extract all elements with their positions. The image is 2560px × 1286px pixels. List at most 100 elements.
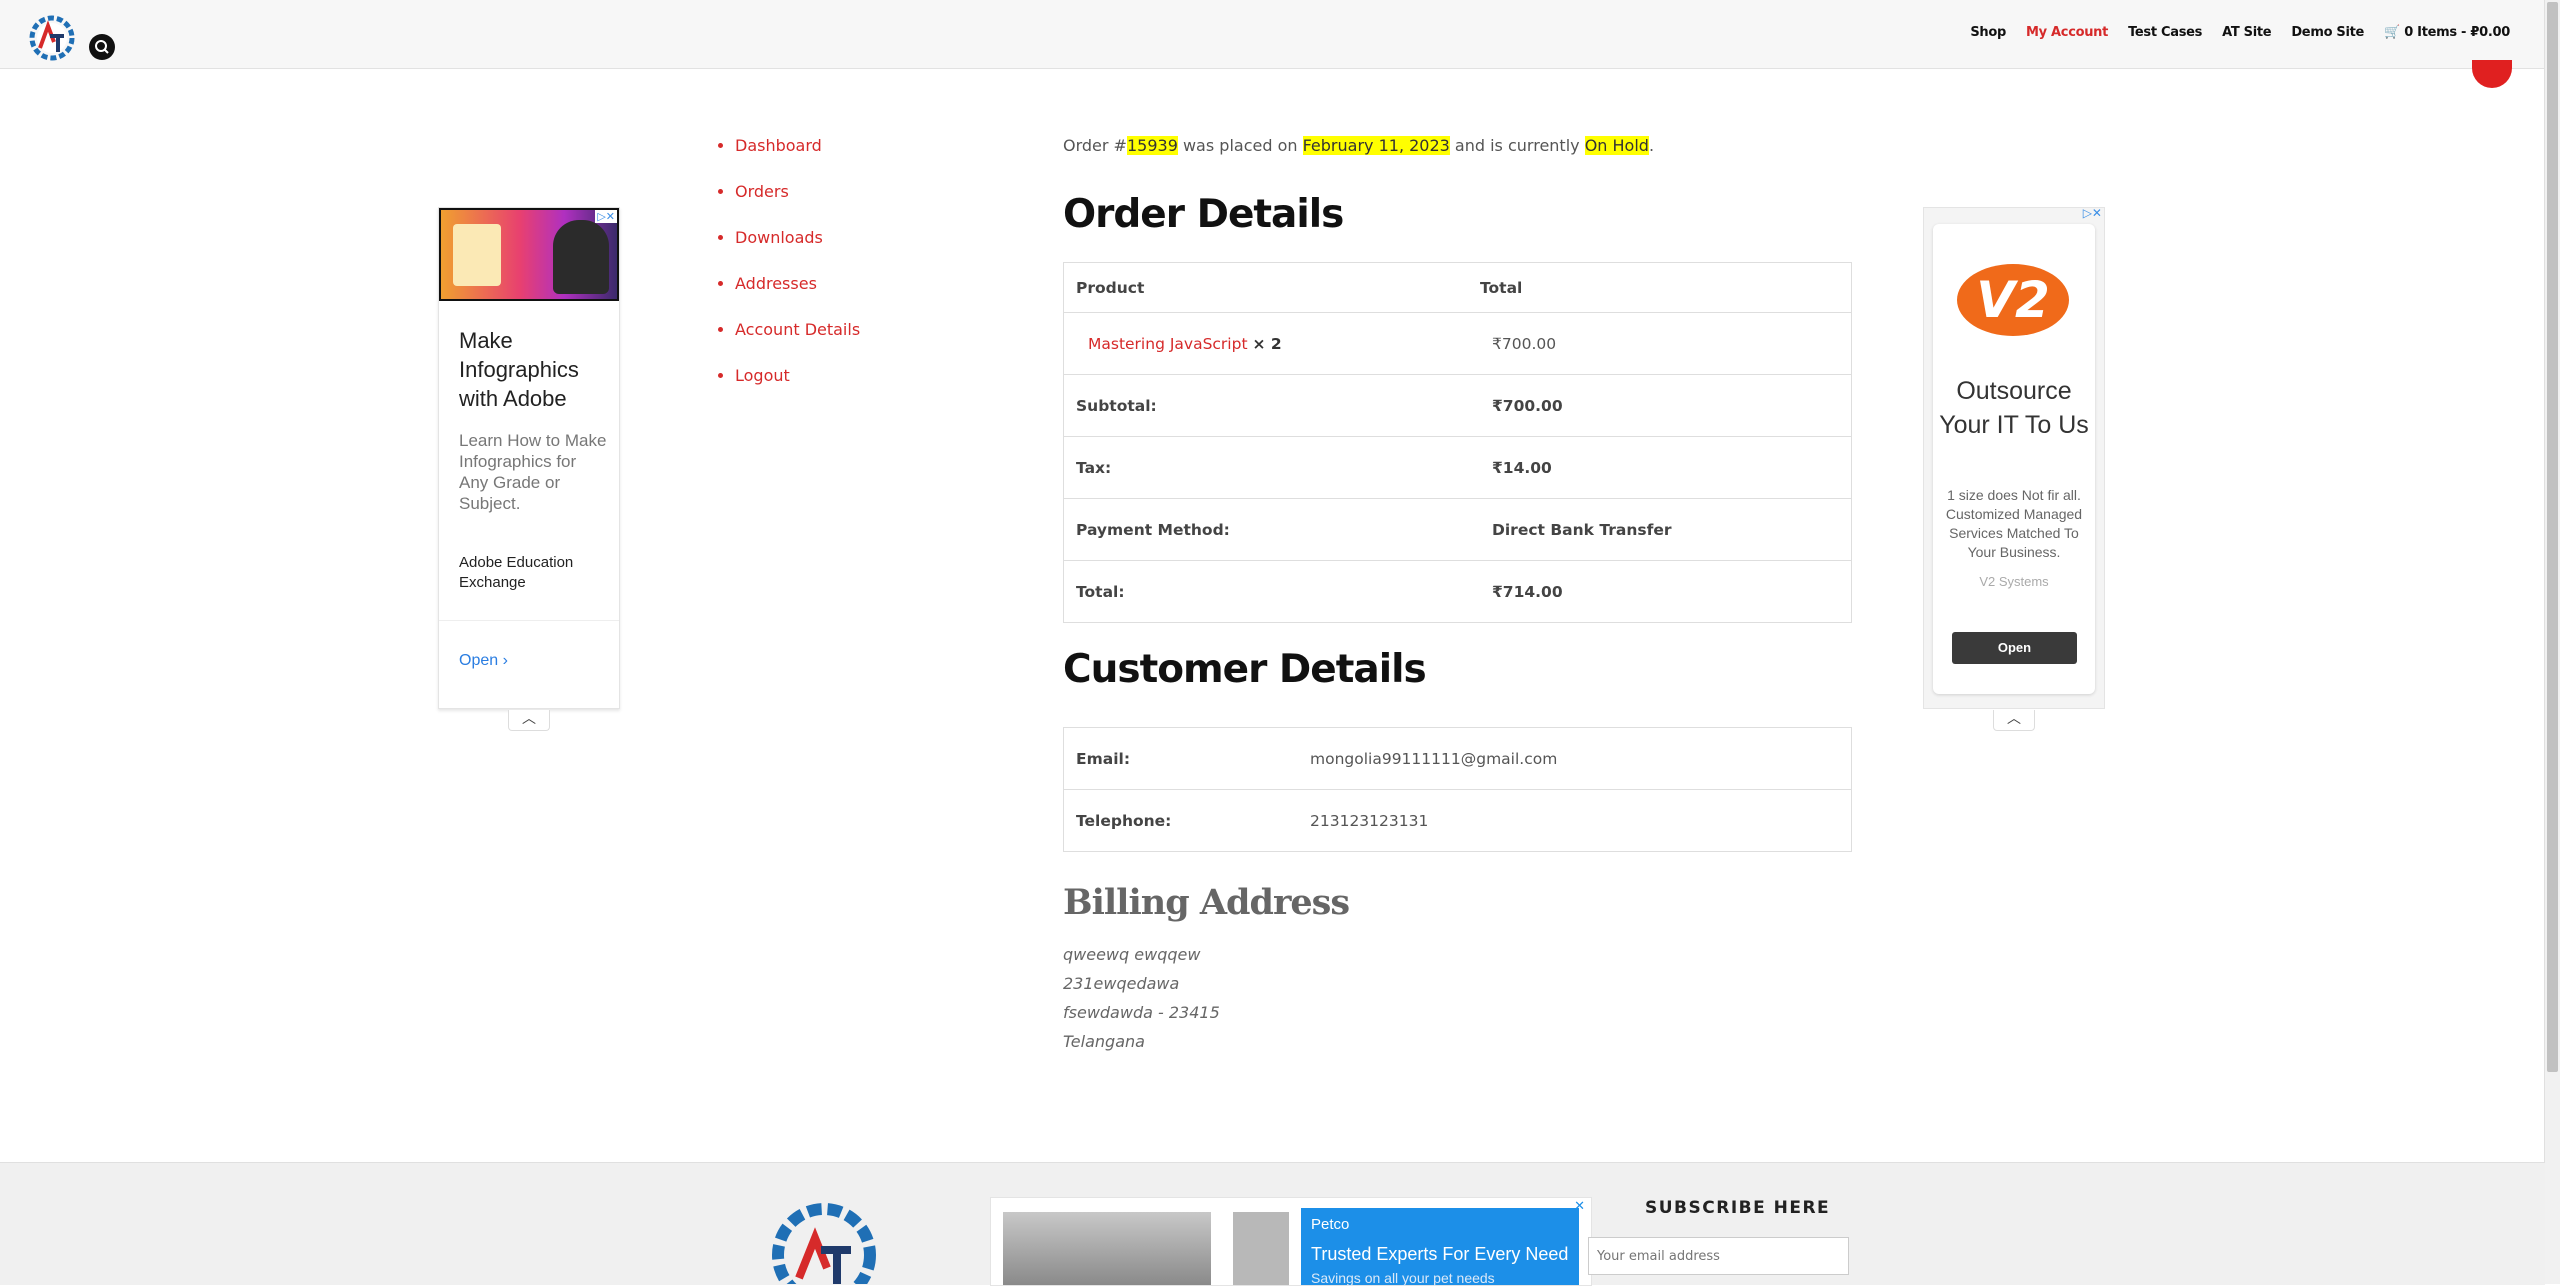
ad-title[interactable]: Outsource Your IT To Us <box>1933 374 2095 442</box>
notice-suffix: . <box>1648 136 1655 155</box>
account-nav-account-details[interactable]: Account Details <box>735 320 860 339</box>
ad-advertiser: V2 Systems <box>1979 574 2049 589</box>
account-nav-orders[interactable]: Orders <box>735 182 789 201</box>
address-line: qweewq ewqqew <box>1063 945 1201 964</box>
account-nav-dashboard[interactable]: Dashboard <box>735 136 822 155</box>
ad-image[interactable] <box>439 208 619 301</box>
total-value: ₹714.00 <box>1468 560 1852 623</box>
ad-right[interactable]: ▷✕ V2 Outsource Your IT To Us 1 size doe… <box>1923 206 2105 709</box>
subtotal-value: ₹700.00 <box>1468 374 1852 437</box>
column-header-product: Product <box>1063 262 1468 313</box>
table-header-row: Product Total <box>1063 262 1852 313</box>
scrollbar-thumb[interactable] <box>2547 2 2558 1072</box>
order-content: Order #15939 was placed on February 11, … <box>1063 136 1853 1056</box>
account-nav-item: Addresses <box>735 274 860 320</box>
order-number: 15939 <box>1126 136 1178 155</box>
ad-headline: Trusted Experts For Every Need <box>1311 1244 1569 1264</box>
table-row: Payment Method: Direct Bank Transfer <box>1063 498 1852 561</box>
adchoices-icon[interactable]: ▷✕ <box>595 210 617 223</box>
ad-brand: Petco <box>1311 1216 1350 1233</box>
ad-open-button[interactable]: Open › <box>459 652 508 670</box>
chevron-up-icon: ︿ <box>2007 710 2021 726</box>
petco-ad-panel[interactable]: Petco Trusted Experts For Every Need Sav… <box>1301 1208 1579 1286</box>
nav-my-account[interactable]: My Account <box>2026 25 2108 40</box>
order-details-table: Product Total Mastering JavaScript × 2 ₹… <box>1063 262 1852 623</box>
product-quantity: × 2 <box>1252 334 1282 353</box>
footer-logo-icon <box>772 1203 876 1284</box>
ad-open-button[interactable]: Open <box>1952 632 2077 664</box>
account-nav-downloads[interactable]: Downloads <box>735 228 823 247</box>
footer-ad[interactable]: Petco Trusted Experts For Every Need Sav… <box>990 1197 1592 1286</box>
table-row: Telephone: 213123123131 <box>1063 789 1852 852</box>
account-nav-item: Downloads <box>735 228 860 274</box>
payment-method-value: Direct Bank Transfer <box>1468 498 1852 561</box>
notice-prefix: Order # <box>1063 136 1127 155</box>
search-icon[interactable] <box>89 34 115 60</box>
chevron-up-icon: ︿ <box>522 710 536 726</box>
v2-logo: V2 <box>1957 264 2069 336</box>
nav-demo-site[interactable]: Demo Site <box>2291 25 2364 40</box>
address-line: 231ewqedawa <box>1063 974 1180 993</box>
scrollbar[interactable] <box>2544 0 2560 1284</box>
account-nav-item: Logout <box>735 366 860 412</box>
ad-collapse-button[interactable]: ︿ <box>508 710 550 731</box>
nav-test-cases[interactable]: Test Cases <box>2128 25 2202 40</box>
product-total: ₹700.00 <box>1468 312 1852 375</box>
account-nav-item: Orders <box>735 182 860 228</box>
order-status: On Hold <box>1584 136 1649 155</box>
column-header-total: Total <box>1468 262 1852 313</box>
close-icon[interactable]: ✕ <box>1574 1198 1585 1214</box>
ad-advertiser: Adobe Education Exchange <box>459 554 574 591</box>
tax-label: Tax: <box>1063 436 1468 499</box>
infographic-thumbnail <box>453 224 501 286</box>
scroll-up-button[interactable] <box>2472 60 2512 88</box>
site-logo-icon[interactable] <box>28 12 76 64</box>
billing-address: qweewq ewqqew 231ewqedawa fsewdawda - 23… <box>1063 940 1853 1056</box>
main-nav: Shop My Account Test Cases AT Site Demo … <box>1970 25 2510 40</box>
total-label: Total: <box>1063 560 1468 623</box>
telephone-label: Telephone: <box>1063 789 1298 852</box>
ad-card[interactable]: V2 Outsource Your IT To Us 1 size does N… <box>1933 224 2095 694</box>
divider <box>439 620 619 621</box>
ad-title[interactable]: Make Infographics with Adobe <box>459 326 609 413</box>
account-nav-item: Dashboard <box>735 136 860 182</box>
payment-method-label: Payment Method: <box>1063 498 1468 561</box>
account-navigation: Dashboard Orders Downloads Addresses Acc… <box>717 136 860 412</box>
presenter-image <box>553 220 609 294</box>
ad-open-label: Open <box>459 652 499 669</box>
table-row: Total: ₹714.00 <box>1063 560 1852 623</box>
product-link[interactable]: Mastering JavaScript <box>1088 335 1248 353</box>
account-nav-addresses[interactable]: Addresses <box>735 274 817 293</box>
customer-details-table: Email: mongolia99111111@gmail.com Teleph… <box>1063 727 1852 852</box>
chevron-right-icon: › <box>502 652 508 669</box>
email-subscribe-input[interactable] <box>1588 1237 1849 1275</box>
nav-shop[interactable]: Shop <box>1970 25 2006 40</box>
tax-value: ₹14.00 <box>1468 436 1852 499</box>
adchoices-icon[interactable]: ▷✕ <box>2083 206 2102 220</box>
ad-description: 1 size does Not fir all. Customized Mana… <box>1945 487 2083 560</box>
ad-left[interactable]: ▷✕ Make Infographics with Adobe Learn Ho… <box>438 207 620 709</box>
billing-address-heading: Billing Address <box>1063 882 1350 923</box>
nav-at-site[interactable]: AT Site <box>2222 25 2272 40</box>
account-nav-logout[interactable]: Logout <box>735 366 790 385</box>
telephone-value: 213123123131 <box>1298 789 1852 852</box>
notice-status-text: and is currently <box>1454 136 1580 155</box>
nav-cart[interactable]: 🛒 0 Items - ₽0.00 <box>2384 25 2510 40</box>
table-row: Mastering JavaScript × 2 ₹700.00 <box>1063 312 1852 375</box>
ad-image <box>1003 1212 1211 1285</box>
ad-description: Learn How to Make Infographics for Any G… <box>459 431 607 513</box>
email-label: Email: <box>1063 727 1298 790</box>
subscribe-heading: SUBSCRIBE HERE <box>1645 1198 1831 1218</box>
product-cell: Mastering JavaScript × 2 <box>1063 312 1468 375</box>
order-date: February 11, 2023 <box>1302 136 1450 155</box>
notice-placed-text: was placed on <box>1182 136 1298 155</box>
address-line: Telangana <box>1063 1032 1145 1051</box>
table-row: Email: mongolia99111111@gmail.com <box>1063 727 1852 790</box>
cart-icon: 🛒 <box>2384 25 2400 40</box>
ad-collapse-button[interactable]: ︿ <box>1993 710 2035 731</box>
email-value: mongolia99111111@gmail.com <box>1298 727 1852 790</box>
table-row: Tax: ₹14.00 <box>1063 436 1852 499</box>
order-details-heading: Order Details <box>1063 192 1344 237</box>
subtotal-label: Subtotal: <box>1063 374 1468 437</box>
cart-label: 0 Items - ₽0.00 <box>2404 25 2510 40</box>
